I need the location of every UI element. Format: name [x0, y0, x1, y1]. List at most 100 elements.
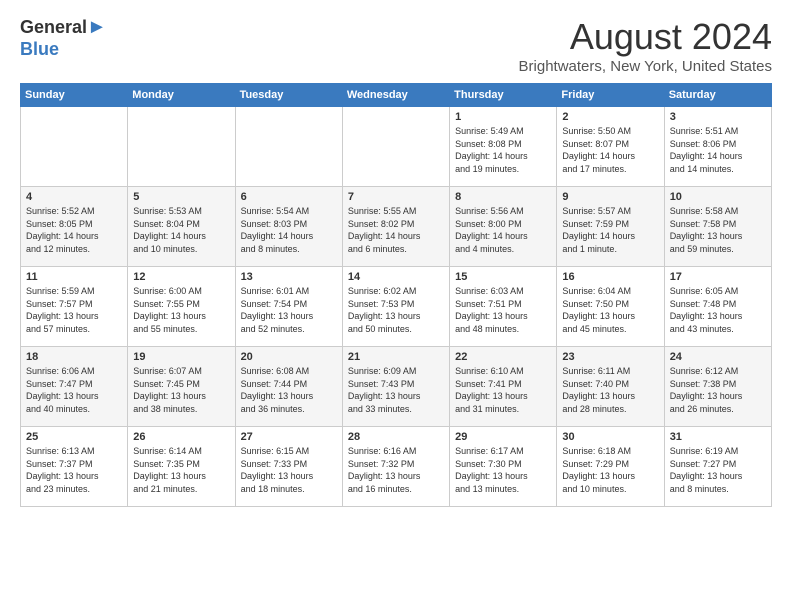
day-header-thursday: Thursday: [450, 84, 557, 107]
cell-content: Sunrise: 6:06 AMSunset: 7:47 PMDaylight:…: [26, 365, 122, 415]
calendar-cell: [128, 107, 235, 187]
calendar-cell: [235, 107, 342, 187]
calendar-cell: 5 Sunrise: 5:53 AMSunset: 8:04 PMDaylight…: [128, 187, 235, 267]
calendar-cell: 8 Sunrise: 5:56 AMSunset: 8:00 PMDaylight…: [450, 187, 557, 267]
calendar-week-row: 4Sunrise: 5:52 AMSunset: 8:05 PMDaylight…: [21, 187, 772, 267]
calendar-cell: [21, 107, 128, 187]
month-year-title: August 2024: [519, 16, 772, 58]
day-header-friday: Friday: [557, 84, 664, 107]
title-block: August 2024 Brightwaters, New York, Unit…: [519, 16, 772, 75]
calendar-cell: 16Sunrise: 6:04 AMSunset: 7:50 PMDayligh…: [557, 267, 664, 347]
cell-content: Sunrise: 6:10 AMSunset: 7:41 PMDaylight:…: [455, 365, 551, 415]
calendar-cell: 10 Sunrise: 5:58 AMSunset: 7:58 PMDayligh…: [664, 187, 771, 267]
logo-general-text: General: [20, 17, 87, 38]
day-number: 6: [241, 191, 337, 203]
calendar-cell: 21Sunrise: 6:09 AMSunset: 7:43 PMDayligh…: [342, 347, 449, 427]
cell-content: Sunrise: 6:17 AMSunset: 7:30 PMDaylight:…: [455, 445, 551, 495]
day-number: 28: [348, 431, 444, 443]
day-number: 20: [241, 351, 337, 363]
calendar-header-row: SundayMondayTuesdayWednesdayThursdayFrid…: [21, 84, 772, 107]
cell-content: Sunrise: 6:12 AMSunset: 7:38 PMDaylight:…: [670, 365, 766, 415]
cell-content: Sunrise: 6:05 AMSunset: 7:48 PMDaylight:…: [670, 285, 766, 335]
calendar-cell: 19 Sunrise: 6:07 AMSunset: 7:45 PMDayligh…: [128, 347, 235, 427]
cell-content: Sunrise: 6:09 AMSunset: 7:43 PMDaylight:…: [348, 365, 444, 415]
logo: General ► Blue: [20, 16, 107, 60]
cell-content: Sunrise: 6:15 AMSunset: 7:33 PMDaylight:…: [241, 445, 337, 495]
day-number: 14: [348, 271, 444, 283]
calendar-cell: 18 Sunrise: 6:06 AMSunset: 7:47 PMDayligh…: [21, 347, 128, 427]
day-number: 5: [133, 191, 229, 203]
day-header-sunday: Sunday: [21, 84, 128, 107]
cell-content: Sunrise: 5:53 AMSunset: 8:04 PMDaylight:…: [133, 205, 229, 255]
cell-content: Sunrise: 6:02 AMSunset: 7:53 PMDaylight:…: [348, 285, 444, 335]
cell-content: Sunrise: 6:07 AMSunset: 7:45 PMDaylight:…: [133, 365, 229, 415]
cell-content: Sunrise: 6:01 AMSunset: 7:54 PMDaylight:…: [241, 285, 337, 335]
calendar-cell: 26 Sunrise: 6:14 AMSunset: 7:35 PMDayligh…: [128, 427, 235, 507]
cell-content: Sunrise: 6:03 AMSunset: 7:51 PMDaylight:…: [455, 285, 551, 335]
day-header-saturday: Saturday: [664, 84, 771, 107]
cell-content: Sunrise: 6:14 AMSunset: 7:35 PMDaylight:…: [133, 445, 229, 495]
day-number: 2: [562, 111, 658, 123]
day-number: 16: [562, 271, 658, 283]
calendar-cell: 4Sunrise: 5:52 AMSunset: 8:05 PMDaylight…: [21, 187, 128, 267]
calendar-cell: 31 Sunrise: 6:19 AMSunset: 7:27 PMDayligh…: [664, 427, 771, 507]
calendar-cell: 13 Sunrise: 6:01 AMSunset: 7:54 PMDayligh…: [235, 267, 342, 347]
calendar-cell: 14 Sunrise: 6:02 AMSunset: 7:53 PMDayligh…: [342, 267, 449, 347]
cell-content: Sunrise: 6:08 AMSunset: 7:44 PMDaylight:…: [241, 365, 337, 415]
calendar-cell: 11 Sunrise: 5:59 AMSunset: 7:57 PMDayligh…: [21, 267, 128, 347]
cell-content: Sunrise: 5:54 AMSunset: 8:03 PMDaylight:…: [241, 205, 337, 255]
day-number: 1: [455, 111, 551, 123]
calendar-cell: 7 Sunrise: 5:55 AMSunset: 8:02 PMDaylight…: [342, 187, 449, 267]
day-number: 12: [133, 271, 229, 283]
cell-content: Sunrise: 5:51 AMSunset: 8:06 PMDaylight:…: [670, 125, 766, 175]
day-number: 25: [26, 431, 122, 443]
day-number: 26: [133, 431, 229, 443]
cell-content: Sunrise: 5:58 AMSunset: 7:58 PMDaylight:…: [670, 205, 766, 255]
calendar-week-row: 18 Sunrise: 6:06 AMSunset: 7:47 PMDayligh…: [21, 347, 772, 427]
calendar-week-row: 1 Sunrise: 5:49 AMSunset: 8:08 PMDaylight…: [21, 107, 772, 187]
day-number: 23: [562, 351, 658, 363]
day-header-tuesday: Tuesday: [235, 84, 342, 107]
location-text: Brightwaters, New York, United States: [519, 58, 772, 75]
cell-content: Sunrise: 5:55 AMSunset: 8:02 PMDaylight:…: [348, 205, 444, 255]
cell-content: Sunrise: 5:57 AMSunset: 7:59 PMDaylight:…: [562, 205, 658, 255]
calendar-cell: 12Sunrise: 6:00 AMSunset: 7:55 PMDayligh…: [128, 267, 235, 347]
calendar-cell: 27 Sunrise: 6:15 AMSunset: 7:33 PMDayligh…: [235, 427, 342, 507]
calendar-week-row: 11 Sunrise: 5:59 AMSunset: 7:57 PMDayligh…: [21, 267, 772, 347]
day-number: 11: [26, 271, 122, 283]
day-number: 18: [26, 351, 122, 363]
calendar-cell: 20 Sunrise: 6:08 AMSunset: 7:44 PMDayligh…: [235, 347, 342, 427]
day-number: 10: [670, 191, 766, 203]
cell-content: Sunrise: 6:13 AMSunset: 7:37 PMDaylight:…: [26, 445, 122, 495]
day-number: 24: [670, 351, 766, 363]
day-number: 13: [241, 271, 337, 283]
cell-content: Sunrise: 5:59 AMSunset: 7:57 PMDaylight:…: [26, 285, 122, 335]
calendar-table: SundayMondayTuesdayWednesdayThursdayFrid…: [20, 83, 772, 507]
calendar-cell: 23 Sunrise: 6:11 AMSunset: 7:40 PMDayligh…: [557, 347, 664, 427]
calendar-cell: 22 Sunrise: 6:10 AMSunset: 7:41 PMDayligh…: [450, 347, 557, 427]
cell-content: Sunrise: 6:19 AMSunset: 7:27 PMDaylight:…: [670, 445, 766, 495]
calendar-cell: 15Sunrise: 6:03 AMSunset: 7:51 PMDayligh…: [450, 267, 557, 347]
cell-content: Sunrise: 6:11 AMSunset: 7:40 PMDaylight:…: [562, 365, 658, 415]
day-number: 30: [562, 431, 658, 443]
calendar-cell: 3 Sunrise: 5:51 AMSunset: 8:06 PMDaylight…: [664, 107, 771, 187]
cell-content: Sunrise: 5:56 AMSunset: 8:00 PMDaylight:…: [455, 205, 551, 255]
cell-content: Sunrise: 5:49 AMSunset: 8:08 PMDaylight:…: [455, 125, 551, 175]
day-number: 22: [455, 351, 551, 363]
day-header-wednesday: Wednesday: [342, 84, 449, 107]
calendar-cell: 28 Sunrise: 6:16 AMSunset: 7:32 PMDayligh…: [342, 427, 449, 507]
day-number: 27: [241, 431, 337, 443]
calendar-cell: 2Sunrise: 5:50 AMSunset: 8:07 PMDaylight…: [557, 107, 664, 187]
day-number: 7: [348, 191, 444, 203]
day-header-monday: Monday: [128, 84, 235, 107]
calendar-cell: 29Sunrise: 6:17 AMSunset: 7:30 PMDayligh…: [450, 427, 557, 507]
day-number: 3: [670, 111, 766, 123]
page-header: General ► Blue August 2024 Brightwaters,…: [20, 16, 772, 75]
day-number: 17: [670, 271, 766, 283]
calendar-cell: 25 Sunrise: 6:13 AMSunset: 7:37 PMDayligh…: [21, 427, 128, 507]
day-number: 31: [670, 431, 766, 443]
cell-content: Sunrise: 6:16 AMSunset: 7:32 PMDaylight:…: [348, 445, 444, 495]
day-number: 19: [133, 351, 229, 363]
day-number: 8: [455, 191, 551, 203]
calendar-week-row: 25 Sunrise: 6:13 AMSunset: 7:37 PMDayligh…: [21, 427, 772, 507]
